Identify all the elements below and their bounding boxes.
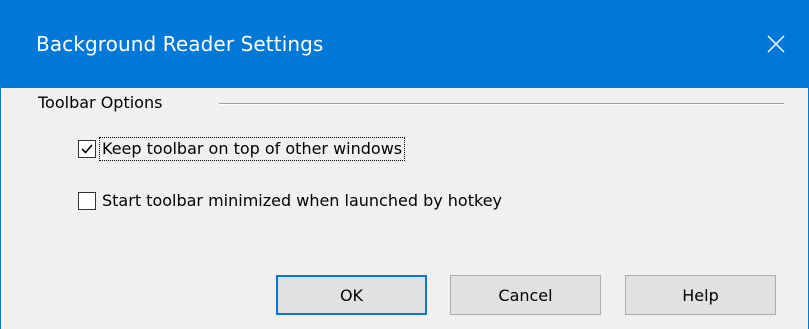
keep-on-top-checkbox[interactable] xyxy=(78,140,96,158)
help-button[interactable]: Help xyxy=(625,275,776,315)
start-minimized-checkbox[interactable] xyxy=(78,192,96,210)
close-button[interactable] xyxy=(744,0,808,88)
group-divider xyxy=(219,103,784,105)
title-bar[interactable]: Background Reader Settings xyxy=(1,0,808,88)
dialog-title: Background Reader Settings xyxy=(36,32,324,56)
option-start-minimized[interactable]: Start toolbar minimized when launched by… xyxy=(78,190,504,212)
close-icon xyxy=(767,35,785,53)
option-keep-on-top[interactable]: Keep toolbar on top of other windows xyxy=(78,137,406,161)
keep-on-top-label[interactable]: Keep toolbar on top of other windows xyxy=(98,137,406,161)
checkmark-icon xyxy=(81,144,93,154)
ok-button[interactable]: OK xyxy=(276,275,427,315)
settings-dialog: Background Reader Settings Toolbar Optio… xyxy=(0,0,809,329)
start-minimized-label[interactable]: Start toolbar minimized when launched by… xyxy=(100,190,504,212)
group-label-toolbar-options: Toolbar Options xyxy=(38,93,163,112)
dialog-body: Toolbar Options Keep toolbar on top of o… xyxy=(1,88,808,329)
cancel-button[interactable]: Cancel xyxy=(450,275,601,315)
